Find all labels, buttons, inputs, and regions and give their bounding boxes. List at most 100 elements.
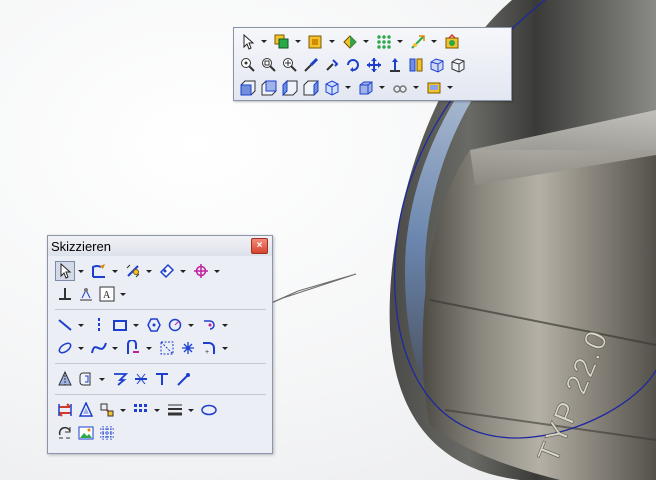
convert-entities-icon[interactable] — [110, 369, 130, 389]
extend-entities-icon[interactable] — [152, 369, 172, 389]
dropdown-arrow[interactable] — [131, 315, 140, 335]
zoom-to-area-icon[interactable] — [259, 55, 279, 75]
tool-row — [55, 260, 266, 282]
construction-geometry-icon[interactable] — [157, 338, 177, 358]
sketch-icon[interactable] — [89, 261, 109, 281]
dropdown-arrow[interactable] — [445, 78, 454, 98]
line-format-icon[interactable] — [165, 400, 185, 420]
dropdown-arrow[interactable] — [152, 400, 161, 420]
dropdown-arrow[interactable] — [118, 400, 127, 420]
assembly-icon[interactable] — [272, 32, 292, 52]
view-orientation-icon[interactable] — [427, 55, 447, 75]
arc-icon[interactable] — [199, 315, 219, 335]
ellipse-icon[interactable] — [55, 338, 75, 358]
roll-view-icon[interactable] — [343, 55, 363, 75]
repair-sketch-icon[interactable] — [76, 284, 96, 304]
section-view-icon[interactable] — [406, 55, 426, 75]
isometric-icon[interactable] — [322, 78, 342, 98]
dropdown-arrow[interactable] — [76, 315, 85, 335]
front-view-icon[interactable] — [238, 78, 258, 98]
move-entities-icon[interactable] — [55, 400, 75, 420]
dropdown-arrow[interactable] — [178, 261, 187, 281]
split-entities-icon[interactable] — [131, 369, 151, 389]
line-icon[interactable] — [55, 315, 75, 335]
back-view-icon[interactable] — [259, 78, 279, 98]
context-toolbar — [233, 27, 512, 101]
point-icon[interactable] — [178, 338, 198, 358]
pan-icon[interactable] — [364, 55, 384, 75]
mirror-icon[interactable] — [55, 369, 75, 389]
dropdown-arrow[interactable] — [144, 338, 153, 358]
zoom-in-out-icon[interactable] — [280, 55, 300, 75]
dropdown-arrow[interactable] — [259, 32, 268, 52]
offset-entities-icon[interactable] — [76, 369, 96, 389]
dropdown-arrow[interactable] — [76, 261, 85, 281]
sketch-slot-icon[interactable] — [173, 369, 193, 389]
hide-show-icon[interactable] — [390, 78, 410, 98]
part-icon[interactable] — [306, 32, 326, 52]
tool-group — [55, 368, 266, 395]
appearance-icon[interactable] — [340, 32, 360, 52]
zoom-to-fit-icon[interactable] — [238, 55, 258, 75]
trim-entities-icon[interactable] — [123, 338, 143, 358]
smart-dimension-icon[interactable] — [123, 261, 143, 281]
scene-icon[interactable] — [442, 32, 462, 52]
dropdown-arrow[interactable] — [343, 78, 352, 98]
part-body[interactable] — [422, 150, 656, 480]
rectangle-icon[interactable] — [110, 315, 130, 335]
dropdown-arrow[interactable] — [220, 338, 229, 358]
dropdown-arrow[interactable] — [212, 261, 221, 281]
spline-icon[interactable] — [89, 338, 109, 358]
dropdown-arrow[interactable] — [110, 338, 119, 358]
sketch-picture-icon[interactable] — [76, 423, 96, 443]
dropdown-arrow[interactable] — [327, 32, 336, 52]
panel-body: A + — [48, 256, 272, 448]
copy-entities-icon[interactable] — [97, 400, 117, 420]
tool-group: A — [55, 260, 266, 310]
dropdown-arrow[interactable] — [118, 284, 127, 304]
render-tools-icon[interactable] — [424, 78, 444, 98]
dropdown-arrow[interactable] — [76, 338, 85, 358]
tool-row — [55, 368, 266, 390]
fillet-icon[interactable]: + — [199, 338, 219, 358]
dropdown-arrow[interactable] — [186, 315, 195, 335]
panel-title-bar[interactable]: Skizzieren × — [48, 236, 272, 256]
sketch-text-icon[interactable]: A — [97, 284, 117, 304]
dropdown-arrow[interactable] — [220, 315, 229, 335]
linear-pattern-icon[interactable] — [131, 400, 151, 420]
dropdown-arrow[interactable] — [411, 78, 420, 98]
select-icon[interactable] — [238, 32, 258, 52]
dropdown-arrow[interactable] — [186, 400, 195, 420]
display-style-icon[interactable] — [356, 78, 376, 98]
left-view-icon[interactable] — [280, 78, 300, 98]
dropdown-arrow[interactable] — [395, 32, 404, 52]
dropdown-arrow[interactable] — [97, 369, 106, 389]
right-view-icon[interactable] — [301, 78, 321, 98]
pattern-icon[interactable] — [374, 32, 394, 52]
circle-icon[interactable] — [165, 315, 185, 335]
polygon-icon[interactable] — [144, 315, 164, 335]
grid-snap-icon[interactable] — [97, 423, 117, 443]
dropdown-arrow[interactable] — [144, 261, 153, 281]
close-icon[interactable]: × — [251, 238, 268, 254]
sketch-picture-ellipse-icon[interactable] — [199, 400, 219, 420]
tool-row: + — [55, 337, 266, 359]
smart-dimension-icon[interactable] — [408, 32, 428, 52]
normal-to-icon[interactable] — [385, 55, 405, 75]
zoom-to-selection-icon[interactable] — [301, 55, 321, 75]
reference-point-icon[interactable] — [191, 261, 211, 281]
centerline-icon[interactable] — [89, 315, 109, 335]
fix-relation-icon[interactable] — [55, 284, 75, 304]
rotate-entities-icon[interactable] — [55, 423, 75, 443]
dropdown-arrow[interactable] — [429, 32, 438, 52]
standard-views-icon[interactable] — [448, 55, 468, 75]
dropdown-arrow[interactable] — [377, 78, 386, 98]
dropdown-arrow[interactable] — [293, 32, 302, 52]
dropdown-arrow[interactable] — [361, 32, 370, 52]
select-icon[interactable] — [55, 261, 75, 281]
stretch-entities-icon[interactable] — [76, 400, 96, 420]
relations-icon[interactable] — [157, 261, 177, 281]
tool-group — [55, 399, 266, 448]
dropdown-arrow[interactable] — [110, 261, 119, 281]
rotate-view-icon[interactable] — [322, 55, 342, 75]
